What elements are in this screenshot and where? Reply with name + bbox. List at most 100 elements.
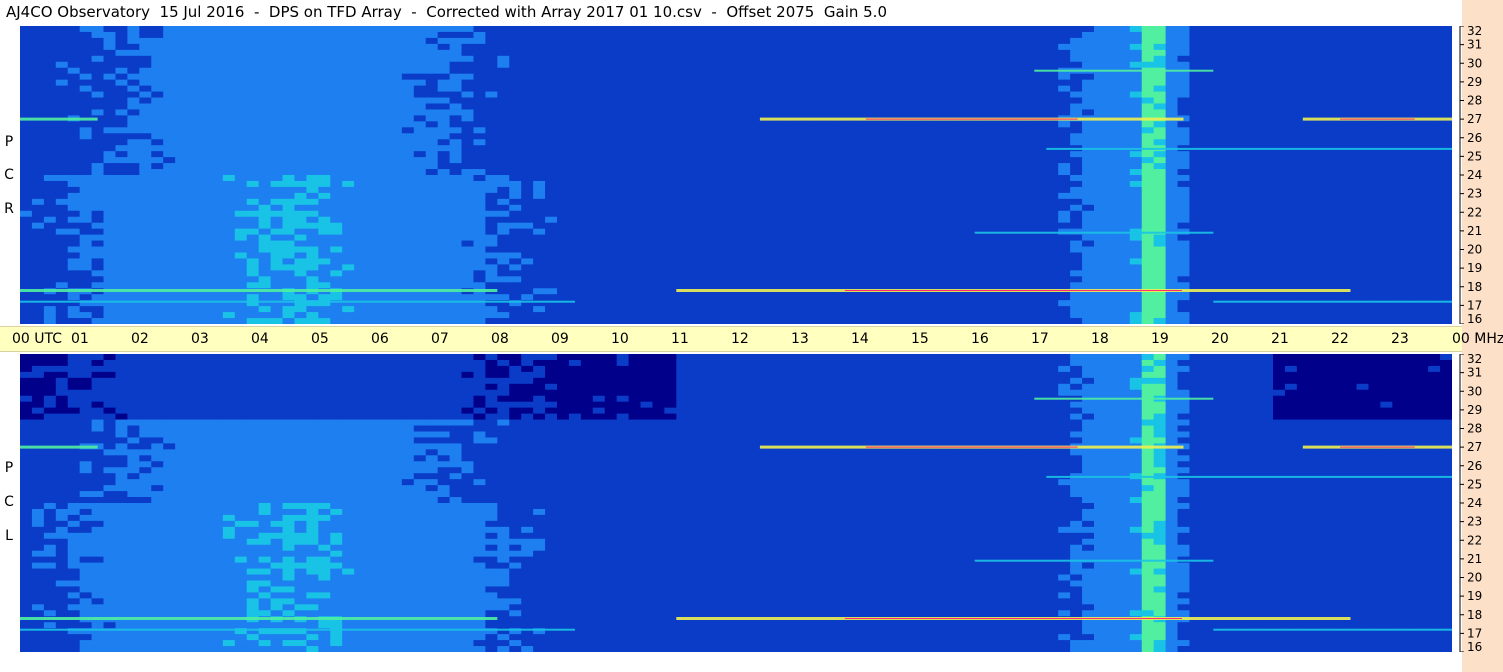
spectrogram-cell: [1010, 67, 1023, 75]
spectrogram-cell: [652, 145, 665, 152]
spectrogram-cell: [79, 61, 93, 69]
spectrogram-cell: [1141, 157, 1155, 164]
spectrogram-cell: [473, 97, 486, 105]
spectrogram-cell: [568, 288, 582, 295]
spectrogram-cell: [437, 312, 451, 319]
spectrogram-cell: [306, 151, 319, 158]
spectrogram-cell: [533, 216, 546, 224]
spectrogram-cell: [616, 61, 630, 69]
spectrogram-cell: [318, 121, 331, 128]
spectrogram-cell: [1117, 133, 1131, 140]
spectrogram-cell: [270, 169, 284, 176]
spectrogram-cell: [676, 85, 689, 93]
spectrogram-cell: [986, 61, 1000, 69]
spectrogram-cell: [234, 115, 248, 122]
spectrogram-cell: [509, 115, 522, 122]
spectrogram-cell: [604, 145, 618, 152]
spectrogram-cell: [1165, 276, 1179, 283]
spectrogram-cell: [771, 282, 785, 289]
spectrogram-cell: [700, 127, 713, 134]
spectrogram-cell: [497, 133, 510, 140]
spectrogram-cell: [163, 234, 176, 242]
spectrogram-cell: [867, 133, 880, 140]
spectrogram-cell: [640, 294, 654, 301]
spectrogram-cell: [700, 306, 713, 313]
spectrogram-cell: [103, 43, 117, 51]
spectrogram-cell: [664, 37, 677, 45]
spectrogram-cell: [700, 169, 713, 176]
spectrogram-cell: [557, 264, 570, 271]
spectrogram-cell: [378, 43, 391, 51]
spectrogram-cell: [819, 318, 833, 324]
spectrogram-cell: [521, 186, 534, 194]
spectrogram-cell: [736, 204, 749, 212]
spectrogram-cell: [795, 169, 809, 176]
spectrogram-cell: [592, 109, 606, 116]
spectrogram-cell: [545, 240, 558, 248]
spectrogram-cell: [819, 276, 833, 283]
spectrogram-cell: [1022, 300, 1035, 307]
spectrogram-cell: [473, 73, 486, 81]
spectrogram-cell: [867, 318, 880, 324]
spectrogram-cell: [592, 26, 606, 33]
spectrogram-cell: [926, 192, 940, 200]
spectrogram-cell: [879, 216, 892, 224]
spectrogram-cell: [557, 210, 570, 218]
spectrogram-cell: [819, 91, 833, 99]
spectrogram-cell: [270, 67, 284, 75]
spectrogram-cell: [1010, 79, 1023, 87]
spectrogram-cell: [91, 37, 105, 45]
spectrogram-cell: [103, 103, 117, 111]
spectrogram-cell: [604, 55, 618, 63]
spectrogram-cell: [521, 157, 534, 164]
spectrogram-cell: [258, 133, 272, 140]
spectrogram-cell: [771, 139, 785, 146]
spectrogram-cell: [366, 240, 379, 248]
spectrogram-cell: [139, 73, 152, 81]
spectrogram-cell: [1105, 109, 1119, 116]
spectrogram-cell: [664, 91, 677, 99]
spectrogram-cell: [222, 97, 236, 105]
spectrogram-cell: [473, 252, 486, 260]
spectrogram-cell: [580, 103, 594, 111]
spectrogram-cell: [950, 222, 964, 230]
spectrogram-cell: [234, 145, 248, 152]
spectrogram-cell: [330, 258, 343, 265]
spectrogram-cell: [1141, 252, 1155, 260]
spectrogram-cell: [664, 43, 677, 51]
spectrogram-cell: [449, 73, 463, 81]
spectrogram-cell: [1153, 264, 1167, 271]
spectrogram-cell: [795, 252, 809, 260]
spectrogram-cell: [867, 246, 880, 254]
spectrogram-cell: [163, 97, 176, 105]
spectrogram-cell: [676, 276, 689, 283]
spectrogram-cell: [222, 258, 236, 265]
spectrogram-cell: [330, 318, 343, 324]
spectrogram-cell: [938, 91, 952, 99]
spectrogram-cell: [151, 175, 164, 182]
spectrogram-cell: [378, 49, 391, 57]
spectrogram-cell: [652, 282, 665, 289]
spectrogram-cell: [473, 85, 486, 93]
spectrogram-cell: [962, 240, 976, 248]
spectrogram-cell: [1201, 115, 1214, 122]
spectrogram-cell: [962, 192, 976, 200]
spectrogram-cell: [1177, 61, 1191, 69]
spectrogram-cell: [688, 121, 701, 128]
spectrogram-cell: [986, 222, 1000, 230]
spectrogram-cell: [855, 270, 868, 277]
spectrogram-cell: [771, 300, 785, 307]
spectrogram-cell: [485, 26, 498, 33]
spectrogram-cell: [962, 31, 976, 39]
spectrogram-cell: [1058, 43, 1071, 51]
spectrogram-cell: [879, 198, 892, 206]
spectrogram-cell: [139, 169, 152, 176]
spectrogram-cell: [998, 240, 1012, 248]
spectrogram-cell: [366, 127, 379, 134]
spectrogram-cell: [724, 234, 737, 242]
spectrogram-cell: [330, 73, 343, 81]
spectrogram-cell: [67, 312, 81, 319]
spectrogram-cell: [712, 306, 725, 313]
spectrogram-cell: [676, 198, 689, 206]
spectrogram-cell: [938, 270, 952, 277]
